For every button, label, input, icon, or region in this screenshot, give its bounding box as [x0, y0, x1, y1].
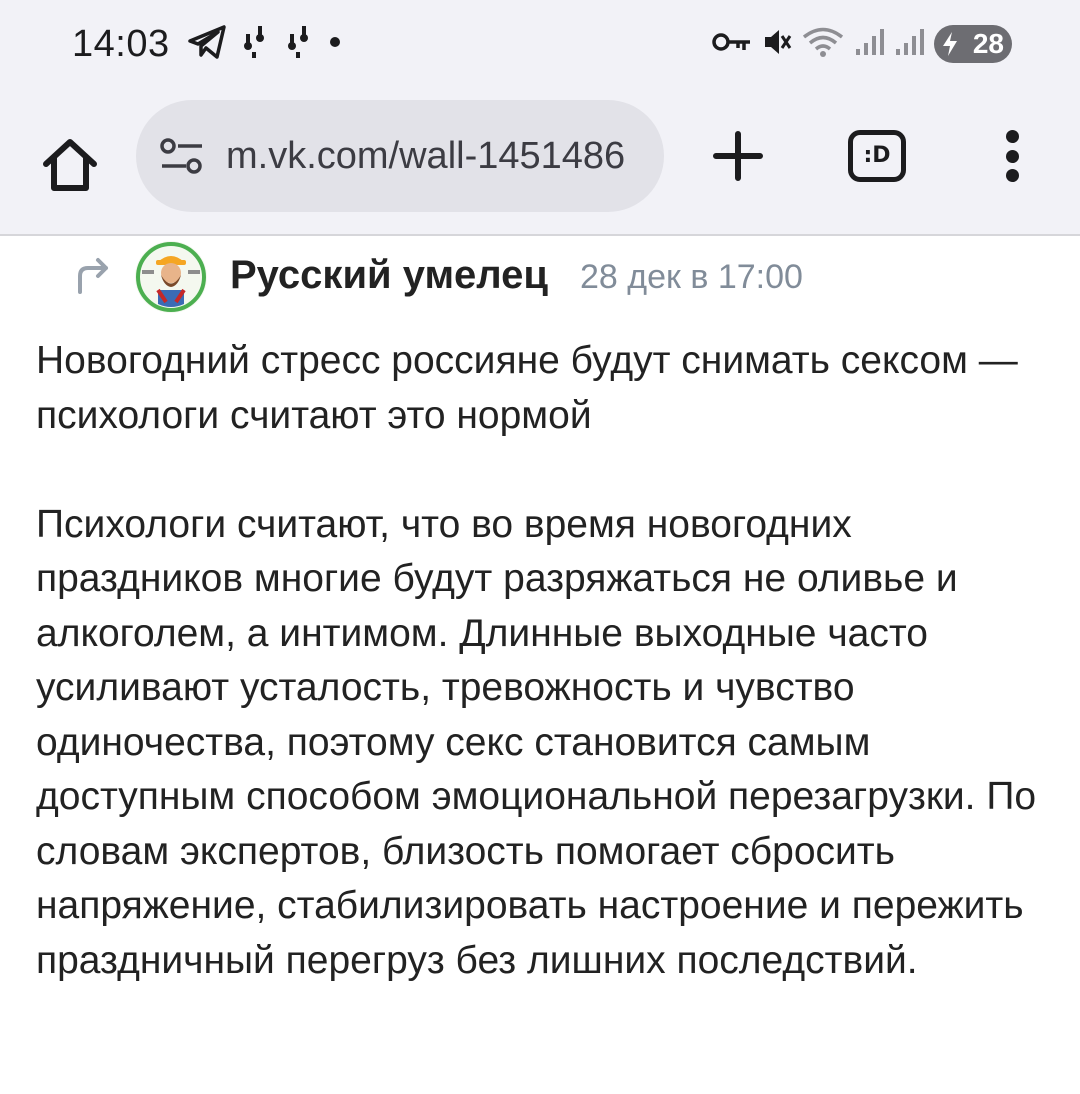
telegram-icon [188, 24, 226, 64]
signal-icon [894, 27, 924, 62]
plus-icon [713, 131, 763, 181]
wifi-icon [802, 26, 844, 63]
dot-icon [328, 35, 342, 54]
home-button[interactable] [34, 128, 106, 200]
charging-icon [940, 30, 960, 68]
status-time: 14:03 [72, 23, 170, 65]
browser-toolbar: m.vk.com/wall-1451486 :D [0, 92, 1080, 234]
address-bar[interactable]: m.vk.com/wall-1451486 [136, 100, 664, 212]
post-date[interactable]: 28 дек в 17:00 [580, 254, 803, 300]
site-settings-icon[interactable] [158, 136, 206, 176]
menu-dot-icon [1005, 130, 1019, 143]
menu-dot-icon [1005, 149, 1019, 163]
home-icon [43, 139, 97, 191]
vpn-key-icon [712, 30, 752, 59]
signal-icon [854, 27, 884, 62]
post-headline: Новогодний стресс россияне будут снимать… [36, 339, 1018, 437]
status-bar: 14:03 28 [0, 0, 1080, 92]
status-right-icons: 28 [712, 22, 1012, 66]
post-body: Новогодний стресс россияне будут снимать… [36, 334, 1046, 988]
repost-icon [72, 256, 112, 296]
url-text[interactable]: m.vk.com/wall-1451486 [226, 132, 656, 180]
new-tab-button[interactable] [704, 122, 772, 190]
battery-level: 28 [972, 28, 1004, 59]
author-name[interactable]: Русский умелец [230, 250, 548, 300]
post-header: Русский умелец 28 дек в 17:00 [0, 236, 1080, 316]
tabs-button[interactable]: :D [848, 130, 906, 182]
notification-icon [284, 24, 314, 65]
notification-icon [240, 24, 270, 65]
author-avatar[interactable] [134, 240, 208, 314]
status-left-icons [188, 24, 342, 64]
more-menu-button[interactable] [990, 122, 1034, 190]
battery-indicator: 28 [934, 25, 1012, 63]
mute-icon [762, 27, 792, 62]
post-text: Психологи считают, что во время новогодн… [36, 502, 1037, 982]
menu-dot-icon [1005, 169, 1019, 182]
